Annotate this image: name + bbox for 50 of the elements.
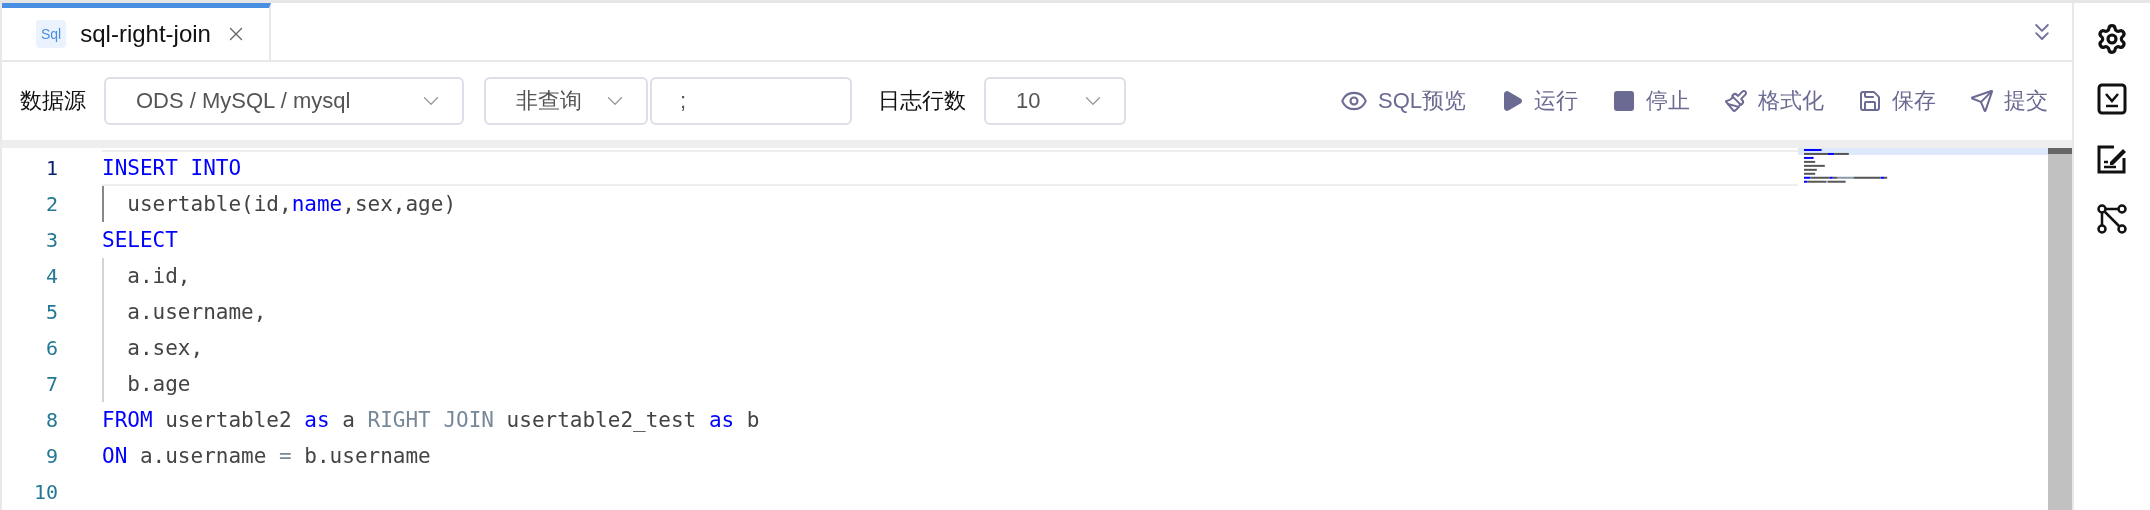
edit-note-icon <box>2096 143 2128 175</box>
log-rows-label: 日志行数 <box>878 87 966 115</box>
editor-tab[interactable]: Sql sql-right-join <box>2 3 271 60</box>
eye-action-button[interactable]: SQL预览 <box>1339 86 1466 116</box>
scrollbar[interactable] <box>2048 148 2072 510</box>
download-sidebar-button[interactable] <box>2097 83 2127 115</box>
graph-icon <box>2096 203 2128 235</box>
download-box-icon <box>2097 83 2127 115</box>
select-value: ODS / MySQL / mysql <box>136 88 351 114</box>
field-value: ; <box>680 88 687 114</box>
line-number: 9 <box>44 444 58 468</box>
select-value: 非查询 <box>516 87 582 115</box>
settings-icon <box>2096 23 2128 55</box>
tab-title: sql-right-join <box>80 20 211 48</box>
gear-sidebar-button[interactable] <box>2096 23 2128 55</box>
play-action-button[interactable]: 运行 <box>1500 86 1578 116</box>
edit-sidebar-button[interactable] <box>2096 143 2128 175</box>
save-icon <box>1858 89 1882 113</box>
code-line: ON a.username = b.username <box>102 444 431 468</box>
brush-icon <box>1724 89 1748 113</box>
save-action-button[interactable]: 保存 <box>1858 86 1936 116</box>
code-line: a.username, <box>126 300 267 324</box>
sql-badge: Sql <box>36 20 67 48</box>
stop-action-button[interactable]: 停止 <box>1612 86 1690 116</box>
line-number: 8 <box>44 408 58 432</box>
select-value: 10 <box>1016 88 1041 114</box>
line-number: 3 <box>44 228 58 252</box>
send-icon <box>1970 89 1994 113</box>
line-number: 4 <box>44 264 58 288</box>
line-number: 7 <box>44 372 58 396</box>
brush-action-button[interactable]: 格式化 <box>1724 86 1824 116</box>
line-number: 6 <box>44 336 58 360</box>
code-line: usertable(id,name,sex,age) <box>126 192 457 216</box>
line-number: 10 <box>32 480 58 504</box>
code-line: b.age <box>126 372 191 396</box>
line-number: 5 <box>44 300 58 324</box>
send-action-button[interactable]: 提交 <box>1970 86 2048 116</box>
line-number: 2 <box>44 192 58 216</box>
datasource-label: 数据源 <box>20 87 86 115</box>
query-type-select[interactable]: 非查询 <box>484 77 648 125</box>
code-line: a.sex, <box>126 336 204 360</box>
datasource-select[interactable]: ODS / MySQL / mysql <box>104 77 464 125</box>
code-line: FROM usertable2 as a RIGHT JOIN usertable2_test as b <box>102 408 760 432</box>
line-number: 1 <box>44 156 58 180</box>
graph-sidebar-button[interactable] <box>2096 203 2128 235</box>
code-line: SELECT <box>102 228 178 252</box>
log-rows-select[interactable]: 10 <box>984 77 1126 125</box>
code-line: a.id, <box>126 264 191 288</box>
code-line: INSERT INTO <box>102 156 242 180</box>
stop-icon <box>1612 89 1636 113</box>
